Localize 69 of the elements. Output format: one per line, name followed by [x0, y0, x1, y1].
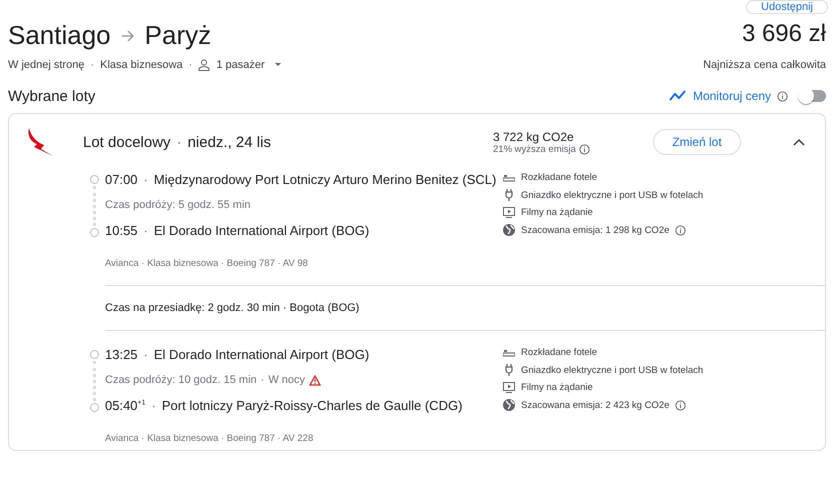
seat-icon — [503, 174, 515, 182]
timeline-dot — [90, 175, 98, 184]
flight-details: Avianca · Klasa biznesowa · Boeing 787 · AV 228 — [105, 433, 314, 444]
amenity-label: Rozkładane fotele — [521, 347, 598, 358]
destination-city: Paryż — [144, 20, 212, 51]
video-icon — [503, 207, 515, 218]
share-button[interactable]: Udostępnij — [746, 0, 828, 14]
timeline-line — [92, 361, 96, 401]
cabin-class[interactable]: Klasa biznesowa — [100, 59, 183, 71]
arrow-icon — [120, 30, 135, 42]
departure-time: 07:00 — [105, 172, 138, 187]
travel-time: Czas podróży: 5 godz. 55 min — [105, 199, 251, 211]
arrival-time: 05:40$^{+1}$ — [105, 398, 146, 413]
amenity-label: Gniazdko elektryczne i port USB w fotelach — [521, 190, 704, 200]
passenger-count[interactable]: 1 pasażer — [216, 59, 265, 71]
info-icon[interactable] — [578, 144, 590, 154]
overnight-label: W nocy — [268, 374, 305, 386]
person-icon — [198, 59, 210, 71]
info-icon[interactable] — [777, 90, 788, 102]
timeline-dot — [90, 403, 98, 412]
separator-dot: · — [260, 374, 264, 386]
separator-dot: · — [90, 59, 94, 71]
bird-logo-icon — [27, 128, 53, 156]
separator-dot: · — [144, 223, 148, 238]
flight-details: Avianca · Klasa biznesowa · Boeing 787 · AV 98 — [105, 258, 309, 269]
emissions-note: 21% wyższa emisja — [493, 144, 576, 154]
separator-dot: · — [188, 59, 192, 71]
info-icon[interactable] — [675, 400, 686, 410]
origin-city: Santiago — [8, 20, 111, 51]
departure-time: 13:25 — [105, 347, 138, 362]
total-price: 3 696 zł — [742, 20, 826, 49]
amenity-label: Filmy na żądanie — [521, 382, 593, 393]
trend-icon — [668, 90, 687, 102]
amenity-label: Szacowana emisja: 1 298 kg CO2e — [521, 224, 670, 236]
plug-icon — [503, 189, 515, 201]
info-icon[interactable] — [675, 224, 686, 236]
amenity-label: Gniazdko elektryczne i port USB w fotelach — [521, 364, 704, 376]
separator-dot: · — [176, 134, 182, 150]
trip-type[interactable]: W jednej stronę — [8, 59, 84, 71]
amenity-label: Filmy na żądanie — [521, 207, 593, 218]
globe-icon — [503, 399, 515, 411]
plug-icon — [503, 364, 515, 376]
arrival-time: 10:55 — [105, 223, 138, 238]
timeline-dot — [90, 350, 98, 359]
flight-date: niedz., 24 lis — [188, 134, 271, 150]
flight-title: Lot docelowy — [83, 134, 171, 150]
departure-airport: Międzynarodowy Port Lotniczy Arturo Merino Benitez (SCL) — [154, 172, 496, 187]
chevron-icon[interactable] — [793, 138, 805, 146]
departure-airport: El Dorado International Airport (BOG) — [154, 347, 370, 362]
separator-dot: · — [152, 398, 156, 413]
price-caption: Najniższa cena całkowita — [703, 59, 826, 71]
travel-time: Czas podróży: 10 godz. 15 min — [105, 374, 257, 386]
globe-icon — [503, 224, 515, 236]
separator-dot: · — [144, 347, 148, 362]
layover-info: Czas na przesiadkę: 2 godz. 30 min · Bogota (BOG) — [105, 302, 360, 314]
separator-dot: · — [144, 172, 148, 187]
section-title: Wybrane loty — [8, 88, 96, 104]
amenity-label: Szacowana emisja: 2 423 kg CO2e — [521, 400, 670, 410]
seat-icon — [503, 348, 515, 356]
price-tracking-label: Monitoruj ceny — [692, 89, 771, 103]
change-flight-button[interactable]: Zmień lot — [653, 129, 741, 155]
timeline-dot — [90, 228, 98, 237]
timeline-line — [92, 186, 96, 226]
flight-emissions: 3 722 kg CO2e — [493, 130, 575, 144]
price-tracking-toggle[interactable] — [798, 87, 828, 105]
video-icon — [503, 382, 515, 393]
amenity-label: Rozkładane fotele — [521, 172, 598, 183]
arrival-airport: Port lotniczy Paryż-Roissy-Charles de Gaulle (CDG) — [162, 398, 462, 413]
arrival-airport: El Dorado International Airport (BOG) — [154, 223, 370, 238]
